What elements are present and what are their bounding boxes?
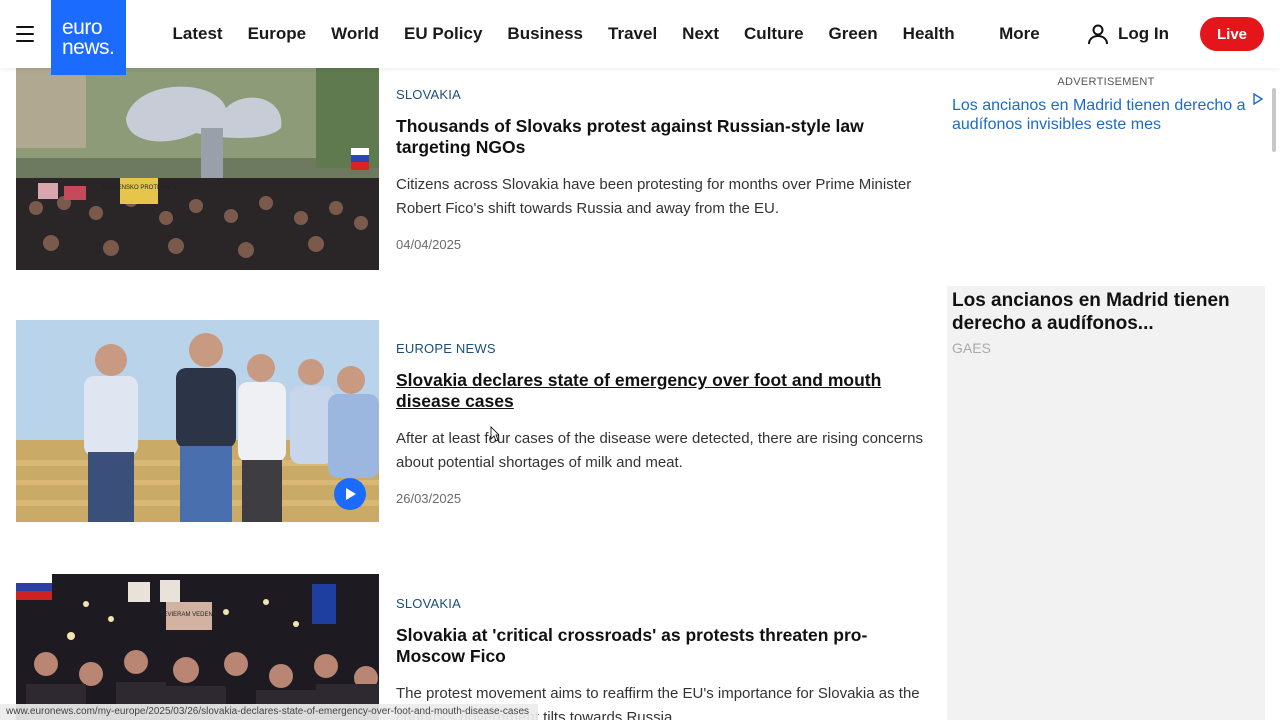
menu-icon[interactable]	[16, 26, 34, 42]
ad-image-placeholder[interactable]	[947, 286, 1265, 720]
nav-more[interactable]: More	[999, 24, 1040, 44]
nav-green[interactable]: Green	[829, 24, 878, 44]
nav-latest[interactable]: Latest	[173, 24, 223, 44]
text-cursor-icon	[490, 426, 499, 442]
protest-sign-text: NEVIERAM VEDENIU	[159, 612, 219, 618]
advertisement-panel: ADVERTISEMENT Los ancianos en Madrid tie…	[947, 68, 1265, 720]
article-thumbnail[interactable]	[16, 320, 379, 522]
user-icon	[1088, 24, 1108, 45]
article-title[interactable]: Thousands of Slovaks protest against Rus…	[396, 116, 926, 158]
logo-text-euro: euro	[62, 15, 103, 39]
nav-eu-policy[interactable]: EU Policy	[404, 24, 482, 44]
site-header: euro news. Latest Europe World EU Policy…	[0, 0, 1280, 75]
nav-health[interactable]: Health	[903, 24, 955, 44]
article-text: EUROPE NEWS Slovakia declares state of e…	[396, 320, 926, 506]
article-description: Citizens across Slovakia have been prote…	[396, 176, 912, 217]
article-card: NEVIERAM VEDENIU SLOVAKIA Slovakia at 'c…	[16, 574, 926, 720]
scrollbar-thumb[interactable]	[1272, 88, 1276, 152]
ad-brand: GAES	[952, 340, 991, 356]
login-label: Log In	[1118, 24, 1169, 43]
live-button[interactable]: Live	[1200, 17, 1264, 51]
ad-choices-icon[interactable]	[1253, 93, 1263, 105]
article-thumbnail[interactable]: SLOVENSKO PROTI MAFII	[16, 68, 379, 270]
nav-next[interactable]: Next	[682, 24, 719, 44]
nav-culture[interactable]: Culture	[744, 24, 804, 44]
article-text: SLOVAKIA Thousands of Slovaks protest ag…	[396, 68, 926, 252]
link-status-bar: www.euronews.com/my-europe/2025/03/26/sl…	[0, 704, 538, 720]
play-video-icon[interactable]	[334, 478, 366, 510]
nav-travel[interactable]: Travel	[608, 24, 657, 44]
ad-headline[interactable]: Los ancianos en Madrid tienen derecho a …	[952, 289, 1262, 335]
nav-europe[interactable]: Europe	[248, 24, 307, 44]
ad-label: ADVERTISEMENT	[1057, 76, 1155, 88]
article-category[interactable]: SLOVAKIA	[396, 596, 926, 611]
login-button[interactable]: Log In	[1086, 22, 1169, 46]
main-nav: Latest Europe World EU Policy Business T…	[160, 0, 1052, 68]
article-title[interactable]: Slovakia at 'critical crossroads' as pro…	[396, 625, 926, 667]
article-card: SLOVENSKO PROTI MAFII SLOVAKIA Thousands…	[16, 68, 926, 270]
article-description: After at least four cases of the disease…	[396, 430, 923, 471]
article-category[interactable]: EUROPE NEWS	[396, 341, 926, 356]
nav-business[interactable]: Business	[507, 24, 583, 44]
euronews-logo[interactable]: euro news.	[51, 0, 126, 75]
article-card: EUROPE NEWS Slovakia declares state of e…	[16, 320, 926, 523]
article-title[interactable]: Slovakia declares state of emergency ove…	[396, 370, 926, 412]
article-thumbnail[interactable]: NEVIERAM VEDENIU	[16, 574, 379, 720]
article-date: 26/03/2025	[396, 491, 462, 506]
logo-text-news: news.	[62, 35, 115, 59]
article-text: SLOVAKIA Slovakia at 'critical crossroad…	[396, 574, 926, 720]
protest-sign-text: SLOVENSKO PROTI MAFII	[102, 185, 177, 191]
article-date: 04/04/2025	[396, 237, 462, 252]
article-category[interactable]: SLOVAKIA	[396, 87, 926, 102]
nav-world[interactable]: World	[331, 24, 379, 44]
ad-link[interactable]: Los ancianos en Madrid tienen derecho a …	[952, 96, 1252, 134]
